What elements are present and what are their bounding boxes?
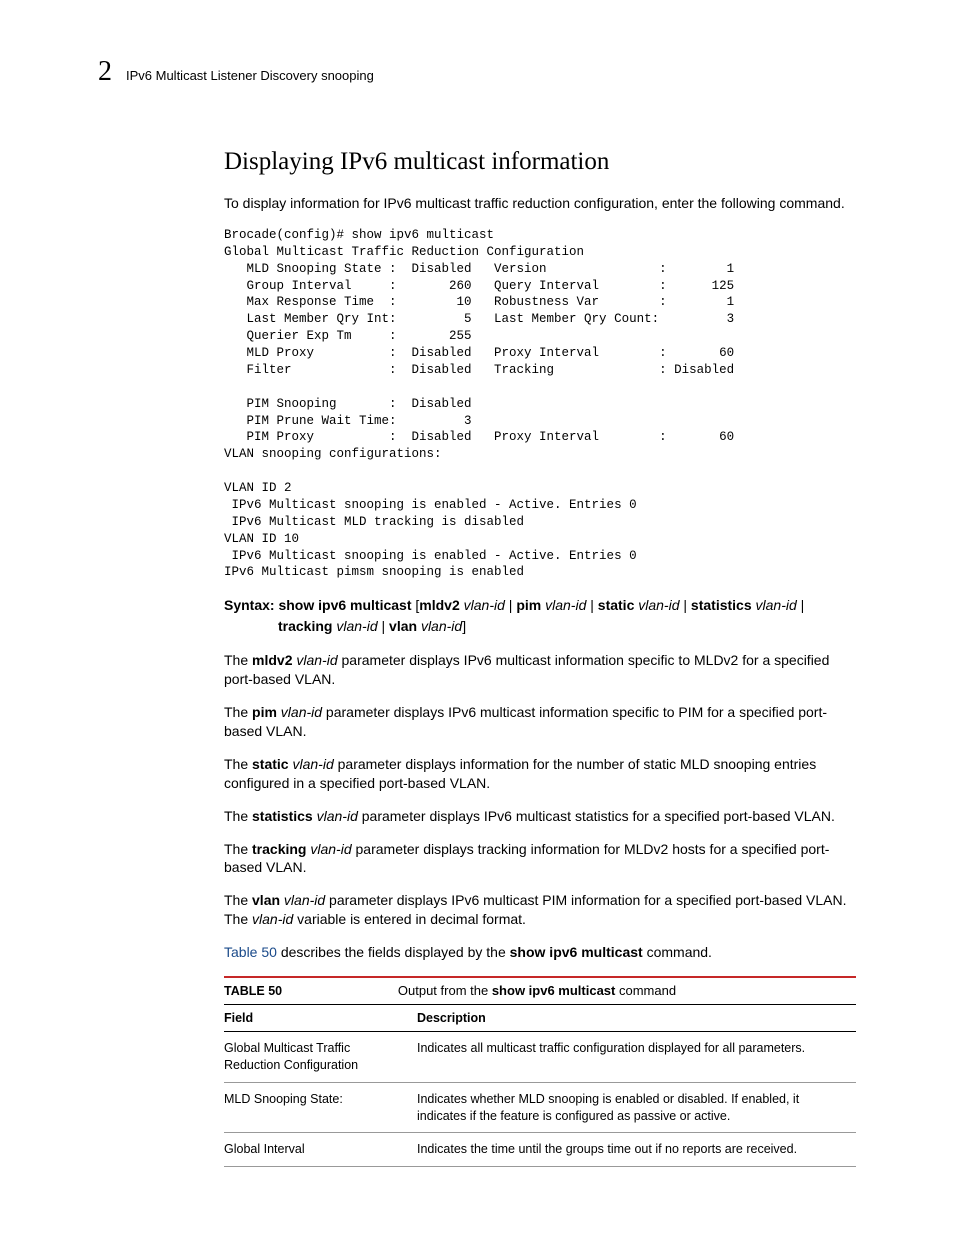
table-cell-desc: Indicates the time until the groups time… [417,1133,856,1167]
table-cell-desc: Indicates whether MLD snooping is enable… [417,1082,856,1133]
syntax-opt-static: static [598,597,635,613]
para-pim: The pim vlan-id parameter displays IPv6 … [224,703,856,741]
syntax-opt-statistics: statistics [691,597,752,613]
intro-paragraph: To display information for IPv6 multicas… [224,194,856,213]
output-table: Field Description Global Multicast Traff… [224,1004,856,1167]
table-cell-desc: Indicates all multicast traffic configur… [417,1031,856,1082]
table-label: TABLE 50 [224,984,394,998]
syntax-arg: vlan-id [638,597,679,613]
table-cell-field: MLD Snooping State: [224,1082,417,1133]
chapter-title: IPv6 Multicast Listener Discovery snoopi… [126,68,374,83]
syntax-arg: vlan-id [545,597,586,613]
para-tracking: The tracking vlan-id parameter displays … [224,840,856,878]
syntax-sep: | [382,618,390,634]
table-head-desc: Description [417,1004,856,1031]
para-mldv2: The mldv2 vlan-id parameter displays IPv… [224,651,856,689]
para-statistics: The statistics vlan-id parameter display… [224,807,856,826]
table-link[interactable]: Table 50 [224,944,277,960]
syntax-line2: tracking vlan-id | vlan vlan-id] [224,618,466,634]
syntax-label: Syntax: [224,597,275,613]
table-cell-field: Global Multicast Traffic Reduction Confi… [224,1031,417,1082]
syntax-arg: vlan-id [756,597,797,613]
syntax-block: Syntax: show ipv6 multicast [mldv2 vlan-… [224,595,856,637]
cli-output: Brocade(config)# show ipv6 multicast Glo… [224,227,856,581]
syntax-opt-vlan: vlan [389,618,417,634]
para-tableref: Table 50 describes the fields displayed … [224,943,856,962]
syntax-opt-mldv2: mldv2 [419,597,459,613]
syntax-sep: | [683,597,691,613]
table-row: Global Multicast Traffic Reduction Confi… [224,1031,856,1082]
table-cell-field: Global Interval [224,1133,417,1167]
table-row: Global Interval Indicates the time until… [224,1133,856,1167]
table-caption: TABLE 50 Output from the show ipv6 multi… [224,976,856,998]
syntax-sep: | [590,597,598,613]
syntax-close: ] [462,618,466,634]
para-vlan: The vlan vlan-id parameter displays IPv6… [224,891,856,929]
page-header: 2 IPv6 Multicast Listener Discovery snoo… [98,56,856,88]
table-head-field: Field [224,1004,417,1031]
table-row: MLD Snooping State: Indicates whether ML… [224,1082,856,1133]
section-title: Displaying IPv6 multicast information [224,148,856,176]
chapter-number: 2 [98,56,112,88]
syntax-sep: | [801,597,805,613]
table-caption-text: Output from the show ipv6 multicast comm… [398,983,676,998]
syntax-cmd: show ipv6 multicast [278,597,411,613]
para-static: The static vlan-id parameter displays in… [224,755,856,793]
syntax-arg: vlan-id [464,597,505,613]
syntax-arg: vlan-id [421,618,462,634]
syntax-opt-tracking: tracking [278,618,332,634]
syntax-arg: vlan-id [336,618,377,634]
syntax-opt-pim: pim [516,597,541,613]
